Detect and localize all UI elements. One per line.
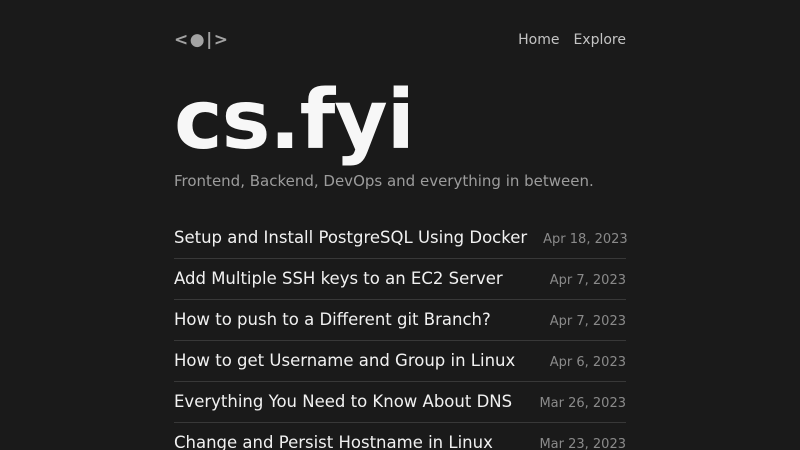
post-date: Apr 18, 2023 bbox=[527, 232, 628, 247]
post-list-item[interactable]: Setup and Install PostgreSQL Using Docke… bbox=[174, 218, 626, 259]
post-date: Apr 7, 2023 bbox=[534, 314, 626, 329]
nav-link-explore[interactable]: Explore bbox=[573, 32, 626, 48]
post-title-link[interactable]: Change and Persist Hostname in Linux bbox=[174, 433, 493, 450]
post-list-item[interactable]: Everything You Need to Know About DNS Ma… bbox=[174, 382, 626, 423]
post-date: Apr 6, 2023 bbox=[534, 355, 626, 370]
main-nav: Home Explore bbox=[518, 32, 626, 48]
nav-link-home[interactable]: Home bbox=[518, 32, 559, 48]
post-title-link[interactable]: Add Multiple SSH keys to an EC2 Server bbox=[174, 269, 503, 289]
post-list-item[interactable]: How to push to a Different git Branch? A… bbox=[174, 300, 626, 341]
post-list-item[interactable]: Add Multiple SSH keys to an EC2 Server A… bbox=[174, 259, 626, 300]
post-title-link[interactable]: Setup and Install PostgreSQL Using Docke… bbox=[174, 228, 527, 248]
page-container: <●|> Home Explore cs.fyi Frontend, Backe… bbox=[174, 0, 626, 450]
post-list-item[interactable]: How to get Username and Group in Linux A… bbox=[174, 341, 626, 382]
post-date: Apr 7, 2023 bbox=[534, 273, 626, 288]
post-list: Setup and Install PostgreSQL Using Docke… bbox=[174, 218, 626, 450]
post-title-link[interactable]: How to push to a Different git Branch? bbox=[174, 310, 491, 330]
page-tagline: Frontend, Backend, DevOps and everything… bbox=[174, 172, 626, 190]
site-header: <●|> Home Explore bbox=[174, 30, 626, 50]
post-date: Mar 23, 2023 bbox=[523, 437, 626, 450]
post-title-link[interactable]: Everything You Need to Know About DNS bbox=[174, 392, 512, 412]
site-logo[interactable]: <●|> bbox=[174, 30, 230, 50]
page-title: cs.fyi bbox=[174, 72, 626, 170]
post-list-item[interactable]: Change and Persist Hostname in Linux Mar… bbox=[174, 423, 626, 450]
post-date: Mar 26, 2023 bbox=[523, 396, 626, 411]
post-title-link[interactable]: How to get Username and Group in Linux bbox=[174, 351, 515, 371]
